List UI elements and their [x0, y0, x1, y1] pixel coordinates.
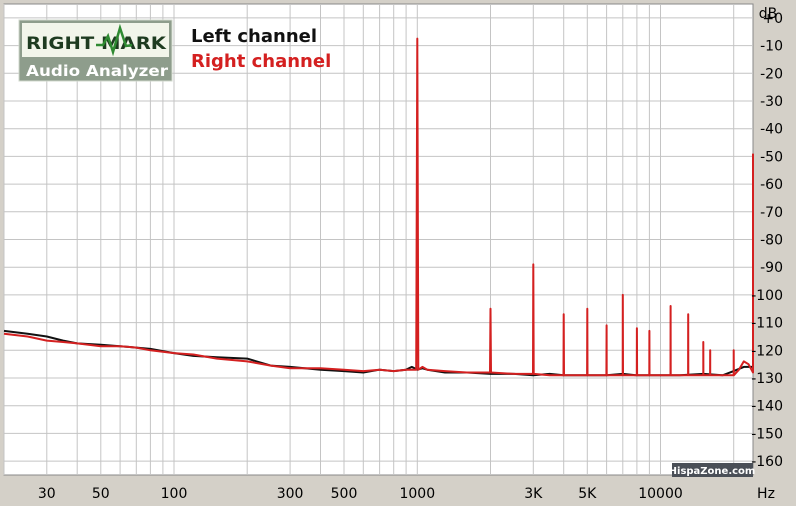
x-tick-label: 1000 — [399, 486, 435, 502]
x-tick-label: 5K — [578, 486, 597, 502]
x-axis-label: Hz — [757, 486, 775, 502]
y-tick-label: -70 — [760, 205, 783, 221]
y-tick-label: -50 — [760, 149, 783, 165]
x-tick-label: 3K — [524, 486, 543, 502]
y-axis-ticks: +0-10-20-30-40-50-60-70-80-90-100-110-12… — [751, 11, 783, 470]
x-axis-ticks: 30 50 100 300 500 1000 3K 5K 10000 — [38, 486, 683, 502]
analyzer-window: +0 -10 -20 -30 -40 -50 -60 -70 -80 -90 -100 -110 -12… — [0, 0, 796, 506]
logo: RIGHT MARK Audio Analyzer — [18, 19, 173, 82]
y-tick-label: -150 — [751, 426, 783, 442]
watermark: HispaZone.com — [669, 463, 756, 477]
x-tick-label: 50 — [92, 486, 110, 502]
legend-right-channel: Right channel — [191, 51, 331, 72]
legend-left-channel: Left channel — [191, 26, 317, 47]
y-tick-label: -160 — [751, 454, 783, 470]
x-tick-label: 10000 — [638, 486, 683, 502]
y-tick-label: -40 — [760, 122, 783, 138]
y-tick-label: -140 — [751, 399, 783, 415]
y-tick-label: -10 — [760, 39, 783, 55]
y-axis-label: dB — [759, 6, 778, 22]
watermark-text: HispaZone.com — [669, 466, 756, 477]
y-tick-label: -90 — [760, 260, 783, 276]
y-tick-label: -100 — [751, 288, 783, 304]
y-tick-label: -120 — [751, 343, 783, 359]
x-tick-label: 500 — [331, 486, 358, 502]
spectrum-chart: +0-10-20-30-40-50-60-70-80-90-100-110-12… — [3, 3, 783, 502]
y-tick-label: -30 — [760, 94, 783, 110]
x-tick-label: 300 — [277, 486, 304, 502]
y-tick-label: -60 — [760, 177, 783, 193]
y-tick-label: -130 — [751, 371, 783, 387]
x-tick-label: 30 — [38, 486, 56, 502]
y-tick-label: -80 — [760, 233, 783, 249]
logo-bottom-text: Audio Analyzer — [26, 62, 169, 80]
x-tick-label: 100 — [161, 486, 188, 502]
y-tick-label: -20 — [760, 66, 783, 82]
y-tick-label: -110 — [751, 316, 783, 332]
